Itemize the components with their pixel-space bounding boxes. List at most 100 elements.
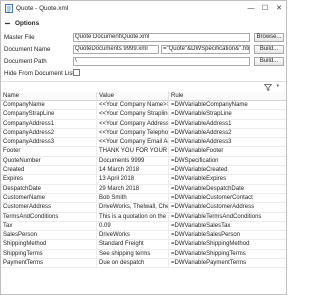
cell-rule[interactable]: =DWVariableCompanyName	[169, 101, 286, 110]
cell-rule[interactable]: =DWVariableTermsAndConditions	[169, 213, 286, 222]
cell-name[interactable]: CompanyAddress3	[1, 138, 97, 148]
cell-rule[interactable]: =DWVariableAddress1	[169, 120, 286, 129]
table-row[interactable]: ShippingTerms See shipping terms =DWVariab…	[1, 249, 286, 260]
options-header[interactable]: Options	[1, 18, 286, 29]
table-row[interactable]: CompanyAddress3 <<Your Company Email Ad =D…	[1, 138, 286, 148]
cell-name[interactable]: CompanyAddress1	[1, 119, 97, 129]
cell-rule[interactable]: =DWVariableShippingMethod	[169, 240, 286, 249]
table-row[interactable]: DespatchDate 29 March 2018 =DWVariableDesp…	[1, 184, 286, 194]
table-row[interactable]: Tax 0.09 =DWVariableSalesTax	[1, 221, 286, 232]
cell-name[interactable]: SalesPerson	[1, 231, 97, 241]
cell-value[interactable]: Standard Freight	[97, 240, 169, 250]
collapse-minus-icon[interactable]	[4, 20, 11, 27]
cell-name[interactable]: Created	[1, 166, 97, 176]
close-button[interactable]: ✕	[272, 1, 286, 15]
cell-rule[interactable]: =DWVariableExpires	[169, 175, 286, 184]
cell-rule[interactable]: =DWVariableStrapLine	[169, 110, 286, 119]
document-name-build-button[interactable]: Build...	[254, 44, 284, 54]
cell-rule[interactable]: =DWSpecification	[169, 157, 286, 166]
table-row[interactable]: Created 14 March 2018 =DWVariableCreated	[1, 166, 286, 176]
cell-value[interactable]: See shipping terms	[97, 249, 169, 259]
cell-rule[interactable]: =DWVariableCreated	[169, 166, 286, 175]
table-row[interactable]: PaymentTerms Due on despatch =DWVariablePa…	[1, 259, 286, 269]
table-row[interactable]: CompanyAddress1 <<Your Company Address =DW…	[1, 119, 286, 129]
column-header-name[interactable]: Name	[1, 92, 97, 101]
master-file-label: Master File	[4, 33, 35, 41]
document-name-input[interactable]: QuoteDocuments 9999.xml	[73, 44, 159, 54]
cell-rule[interactable]: =DWVariableAddress2	[169, 129, 286, 138]
cell-name[interactable]: Footer	[1, 147, 97, 157]
cell-value[interactable]: DriveWorks, Thelwall, Chesh	[97, 203, 169, 213]
document-name-rule-input[interactable]: ="Quote"&DWSpecification&".htr	[161, 44, 250, 54]
filter-dropdown-icon[interactable]: ▾	[276, 83, 279, 89]
cell-rule[interactable]: =DWVariableCustomerContact	[169, 194, 286, 203]
hide-from-list-checkbox[interactable]	[73, 69, 80, 76]
browse-button[interactable]: Browse...	[254, 32, 284, 42]
cell-name[interactable]: Tax	[1, 221, 97, 231]
table-row[interactable]: FooterTHANK YOU FOR YOUR BU=DWVariableFo…	[1, 147, 286, 157]
options-title: Options	[15, 20, 40, 27]
cell-name[interactable]: ShippingMethod	[1, 240, 97, 250]
cell-value[interactable]: This is a quotation on the g	[97, 212, 169, 222]
cell-name[interactable]: CompanyAddress2	[1, 128, 97, 138]
cell-rule[interactable]: =DWVariableDespatchDate	[169, 185, 286, 194]
document-path-input[interactable]: \	[73, 56, 250, 66]
master-file-input[interactable]: Quote Document\Quote.xml	[73, 32, 250, 42]
cell-value[interactable]: <<Your Company Strapline	[97, 110, 169, 120]
table-row[interactable]: CompanyAddress2 <<Your Company Telephor =D…	[1, 128, 286, 139]
cell-name[interactable]: Expires	[1, 175, 97, 185]
master-file-row: Master File Quote Document\Quote.xml Bro…	[1, 32, 286, 42]
cell-value[interactable]: 14 March 2018	[97, 166, 169, 176]
cell-value[interactable]: <<Your Company Email Ad	[97, 138, 169, 148]
table-row[interactable]: Expires 13 April 2018 =DWVariableExpires	[1, 175, 286, 185]
cell-rule[interactable]: =DWVariableSalesPerson	[169, 231, 286, 240]
column-header-rule[interactable]: Rule	[169, 92, 286, 101]
cell-name[interactable]: PaymentTerms	[1, 259, 97, 269]
cell-name[interactable]: ShippingTerms	[1, 249, 97, 259]
table-row[interactable]: QuoteNumber Documents 9999 =DWSpecificatio…	[1, 156, 286, 167]
cell-value[interactable]: Due on despatch	[97, 259, 169, 269]
properties-grid: Name Value Rule CompanyName <<Your Compan…	[1, 92, 286, 294]
document-path-label: Document Path	[4, 57, 47, 65]
filter-icon[interactable]	[264, 84, 272, 91]
cell-name[interactable]: TermsAndConditions	[1, 212, 97, 222]
table-row[interactable]: CompanyName <<Your Company Name>> =DWVaria…	[1, 101, 286, 111]
cell-rule[interactable]: =DWVariableShippingTerms	[169, 250, 286, 259]
cell-value[interactable]: 0.09	[97, 221, 169, 231]
cell-value[interactable]: Bob Smith	[97, 193, 169, 203]
cell-rule[interactable]: =DWVariableCustomerAddress	[169, 203, 286, 212]
cell-name[interactable]: CustomerAddress	[1, 203, 97, 213]
table-row[interactable]: ShippingMethod Standard Freight =DWVariabl…	[1, 240, 286, 250]
cell-rule[interactable]: =DWVariableSalesTax	[169, 222, 286, 231]
document-path-build-button[interactable]: Build...	[254, 56, 284, 66]
cell-name[interactable]: DespatchDate	[1, 184, 97, 194]
maximize-button[interactable]: ☐	[258, 1, 272, 15]
cell-value[interactable]: 13 April 2018	[97, 175, 169, 185]
grid-toolbar: ▾	[1, 81, 286, 91]
cell-value[interactable]: DriveWorks	[97, 231, 169, 241]
window-controls: — ☐ ✕	[244, 1, 286, 15]
cell-value[interactable]: THANK YOU FOR YOUR BU	[97, 147, 169, 157]
cell-value[interactable]: <<Your Company Address	[97, 119, 169, 129]
table-row[interactable]: CustomerAddress DriveWorks, Thelwall, Che…	[1, 203, 286, 213]
table-row[interactable]: CompanyStrapLine <<Your Company Strapline…	[1, 110, 286, 120]
column-header-value[interactable]: Value	[97, 92, 169, 101]
cell-name[interactable]: CompanyName	[1, 101, 97, 110]
table-row[interactable]: SalesPerson DriveWorks =DWVariableSalesPer…	[1, 231, 286, 241]
document-name-row: Document Name QuoteDocuments 9999.xml ="…	[1, 44, 286, 54]
cell-rule[interactable]: =DWVariableAddress3	[169, 138, 286, 147]
cell-value[interactable]: <<Your Company Telephor	[97, 128, 169, 138]
cell-rule[interactable]: =DWVariablePaymentTerms	[169, 259, 286, 268]
cell-value[interactable]: 29 March 2018	[97, 184, 169, 194]
cell-rule[interactable]: =DWVariableFooter	[169, 147, 286, 156]
cell-name[interactable]: QuoteNumber	[1, 156, 97, 166]
cell-name[interactable]: CompanyStrapLine	[1, 110, 97, 120]
table-row[interactable]: CustomerName Bob Smith =DWVariableCustomer…	[1, 193, 286, 204]
table-row[interactable]: TermsAndConditions This is a quotation on…	[1, 212, 286, 222]
cell-value[interactable]: <<Your Company Name>>	[97, 101, 169, 110]
window-title: Quote - Quote.xml	[16, 4, 69, 12]
quote-window: Quote - Quote.xml — ☐ ✕ Options Master F…	[0, 0, 287, 295]
cell-name[interactable]: CustomerName	[1, 193, 97, 203]
cell-value[interactable]: Documents 9999	[97, 156, 169, 166]
minimize-button[interactable]: —	[244, 1, 258, 15]
